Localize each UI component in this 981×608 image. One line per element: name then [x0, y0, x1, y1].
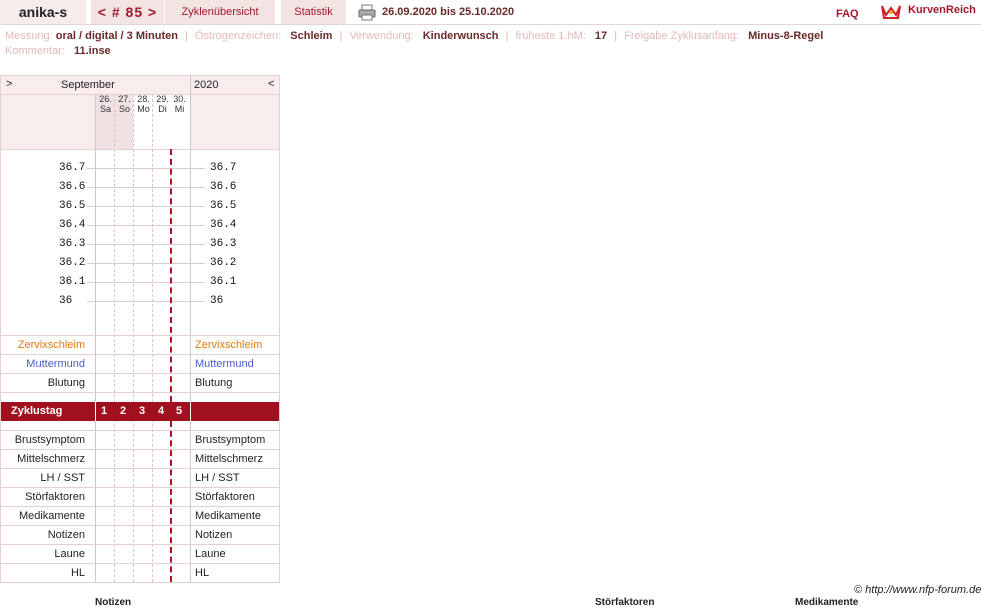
faq-link[interactable]: FAQ — [836, 8, 859, 20]
temp-label-right: 36.6 — [210, 181, 237, 193]
freigabe-value: Minus-8-Regel — [748, 30, 824, 42]
mittelschmerz-label-right[interactable]: Mittelschmerz — [195, 453, 263, 465]
prev-arrow[interactable]: > — [6, 78, 12, 90]
verwendung-label: Verwendung: — [349, 30, 414, 42]
day-column[interactable]: 30. Mi — [170, 94, 189, 114]
oestrogen-value: Schleim — [290, 30, 333, 42]
brand-logo[interactable]: KurvenReich — [908, 4, 976, 16]
zyklustag-number: 4 — [158, 405, 165, 417]
medikamente-heading: Medikamente — [795, 597, 859, 608]
lh-sst-label[interactable]: LH / SST — [40, 472, 85, 484]
blutung-label[interactable]: Blutung — [48, 377, 85, 389]
cycle-navigator[interactable]: < # 85 > — [91, 0, 164, 24]
notizen-label[interactable]: Notizen — [48, 529, 85, 541]
zyklustag-label: Zyklustag — [11, 405, 63, 417]
top-bar: anika-s < # 85 > Zyklenübersicht Statist… — [0, 0, 981, 25]
messung-value: oral / digital / 3 Minuten — [55, 30, 178, 42]
temp-label-left: 36.6 — [59, 181, 86, 193]
next-arrow[interactable]: < — [268, 78, 274, 90]
hl-label[interactable]: HL — [71, 567, 85, 579]
lh-sst-label-right[interactable]: LH / SST — [195, 472, 240, 484]
printer-icon[interactable] — [358, 3, 376, 21]
hm-value: 17 — [594, 30, 608, 42]
brustsymptom-label-right[interactable]: Brustsymptom — [195, 434, 265, 446]
temp-label-left: 36.7 — [59, 162, 86, 174]
zyklustag-number: 2 — [120, 405, 127, 417]
temp-label-right: 36.4 — [210, 219, 237, 231]
laune-label-right[interactable]: Laune — [195, 548, 226, 560]
temp-label-right: 36 — [210, 295, 224, 307]
day-column[interactable]: 28. Mo — [134, 94, 153, 114]
zyklustag-number: 1 — [101, 405, 108, 417]
user-tab[interactable]: anika-s — [0, 0, 86, 24]
crown-icon — [881, 5, 901, 19]
stoerfaktoren-label[interactable]: Störfaktoren — [25, 491, 85, 503]
muttermund-label[interactable]: Muttermund — [26, 358, 85, 370]
zyklustag-number: 3 — [139, 405, 146, 417]
tab-statistics[interactable]: Statistik — [281, 0, 346, 24]
temp-label-left: 36 — [59, 295, 73, 307]
temp-label-right: 36.3 — [210, 238, 237, 250]
zyklustag-number: 5 — [176, 405, 183, 417]
day-column[interactable]: 26. Sa — [96, 94, 115, 114]
tab-cycle-overview[interactable]: Zyklenübersicht — [165, 0, 275, 24]
current-day-marker — [170, 149, 172, 402]
temp-label-right: 36.7 — [210, 162, 237, 174]
laune-label[interactable]: Laune — [54, 548, 85, 560]
temp-label-right: 36.1 — [210, 276, 237, 288]
brustsymptom-label[interactable]: Brustsymptom — [15, 434, 85, 446]
day-column[interactable]: 27. So — [115, 94, 134, 114]
temp-label-left: 36.5 — [59, 200, 86, 212]
blutung-label-right[interactable]: Blutung — [195, 377, 232, 389]
hl-label-right[interactable]: HL — [195, 567, 209, 579]
hm-label: früheste 1.hM: — [515, 30, 586, 42]
medikamente-label-right[interactable]: Medikamente — [195, 510, 261, 522]
stoerfaktoren-label-right[interactable]: Störfaktoren — [195, 491, 255, 503]
date-range: 26.09.2020 bis 25.10.2020 — [382, 6, 515, 18]
medikamente-label[interactable]: Medikamente — [19, 510, 85, 522]
temp-label-left: 36.1 — [59, 276, 86, 288]
kommentar-label: Kommentar: — [5, 45, 65, 57]
cycle-info: Messung: oral / digital / 3 Minuten | Ös… — [5, 30, 824, 42]
zervixschleim-label[interactable]: Zervixschleim — [18, 339, 85, 351]
temp-label-left: 36.4 — [59, 219, 86, 231]
temp-label-right: 36.5 — [210, 200, 237, 212]
kommentar-value: 11.inse — [73, 45, 111, 57]
freigabe-label: Freigabe Zyklusanfang: — [624, 30, 740, 42]
messung-label: Messung: — [5, 30, 53, 42]
current-day-marker — [170, 421, 172, 582]
copyright[interactable]: © http://www.nfp-forum.de — [854, 584, 981, 596]
oestrogen-label: Östrogenzeichen: — [194, 30, 282, 42]
month-label: September — [61, 79, 115, 91]
temp-label-left: 36.3 — [59, 238, 86, 250]
zervixschleim-label-right[interactable]: Zervixschleim — [195, 339, 262, 351]
year-label: 2020 — [194, 79, 219, 91]
verwendung-value: Kinderwunsch — [422, 30, 499, 42]
stoerfaktoren-heading: Störfaktoren — [595, 597, 655, 608]
comment-info: Kommentar: 11.inse — [5, 45, 111, 57]
zyklustag-row: Zyklustag 1 2 3 4 5 — [1, 402, 279, 421]
cycle-chart: > September 2020 < 26. Sa 27. So 28. Mo 29.… — [0, 75, 280, 583]
notizen-heading: Notizen — [95, 597, 132, 608]
mittelschmerz-label[interactable]: Mittelschmerz — [17, 453, 85, 465]
temp-label-right: 36.2 — [210, 257, 237, 269]
notizen-label-right[interactable]: Notizen — [195, 529, 232, 541]
temp-label-left: 36.2 — [59, 257, 86, 269]
muttermund-label-right[interactable]: Muttermund — [195, 358, 254, 370]
